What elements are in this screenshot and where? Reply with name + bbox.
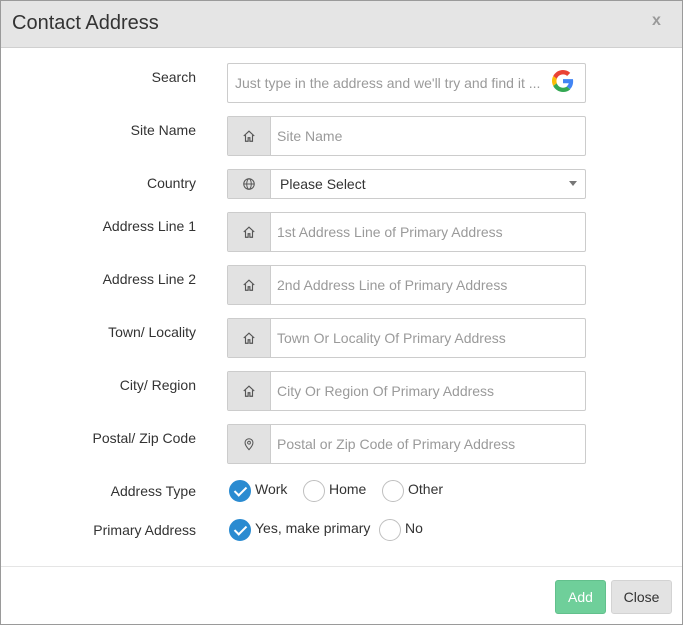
country-label: Country xyxy=(146,175,196,191)
postal-label: Postal/ Zip Code xyxy=(92,430,197,446)
address-line-1-field[interactable] xyxy=(227,212,586,252)
city-label: City/ Region xyxy=(119,377,196,393)
address-line-1-label: Address Line 1 xyxy=(102,218,196,234)
radio-unchecked-icon xyxy=(303,480,325,502)
google-icon xyxy=(552,70,574,92)
radio-unchecked-icon xyxy=(382,480,404,502)
radio-checked-icon xyxy=(229,519,251,541)
address-line-2-input[interactable] xyxy=(277,266,577,304)
town-field[interactable] xyxy=(227,318,586,358)
home-icon xyxy=(243,279,255,291)
address-type-other-label: Other xyxy=(408,481,444,497)
close-button[interactable]: Close xyxy=(611,580,672,614)
city-input[interactable] xyxy=(277,372,577,410)
home-icon xyxy=(243,332,255,344)
address-line-1-input[interactable] xyxy=(277,213,577,251)
country-addon xyxy=(228,170,271,198)
radio-unchecked-icon xyxy=(379,519,401,541)
town-label: Town/ Locality xyxy=(108,324,196,340)
search-label: Search xyxy=(151,69,196,85)
home-icon xyxy=(243,130,255,142)
site-name-label: Site Name xyxy=(130,122,196,138)
address-line-2-addon xyxy=(228,266,271,304)
postal-field[interactable] xyxy=(227,424,586,464)
primary-yes-label: Yes, make primary xyxy=(255,520,371,536)
close-icon[interactable]: x xyxy=(652,12,661,30)
address-line-2-label: Address Line 2 xyxy=(102,271,196,287)
radio-checked-icon xyxy=(229,480,251,502)
address-type-label: Address Type xyxy=(110,483,196,499)
address-line-2-field[interactable] xyxy=(227,265,586,305)
home-icon xyxy=(243,385,255,397)
country-select-value: Please Select xyxy=(280,176,366,192)
postal-addon xyxy=(228,425,271,463)
add-button[interactable]: Add xyxy=(555,580,606,614)
primary-address-label: Primary Address xyxy=(93,522,196,538)
city-field[interactable] xyxy=(227,371,586,411)
town-input[interactable] xyxy=(277,319,577,357)
footer-divider xyxy=(1,566,682,567)
modal-title: Contact Address xyxy=(12,12,159,34)
postal-input[interactable] xyxy=(277,425,577,463)
town-addon xyxy=(228,319,271,357)
search-input[interactable] xyxy=(235,64,547,102)
search-field[interactable] xyxy=(227,63,586,103)
address-line-1-addon xyxy=(228,213,271,251)
modal-header: Contact Address x xyxy=(1,1,682,48)
primary-no-label: No xyxy=(405,520,423,536)
globe-icon xyxy=(243,178,255,190)
country-select[interactable]: Please Select xyxy=(227,169,586,199)
contact-address-modal: Contact Address x Search Site Name Count… xyxy=(0,0,683,625)
site-name-input[interactable] xyxy=(277,117,577,155)
site-name-addon xyxy=(228,117,271,155)
map-pin-icon xyxy=(244,438,254,451)
address-type-work-label: Work xyxy=(255,481,288,497)
city-addon xyxy=(228,372,271,410)
chevron-down-icon xyxy=(569,181,577,186)
home-icon xyxy=(243,226,255,238)
site-name-field[interactable] xyxy=(227,116,586,156)
address-type-home-label: Home xyxy=(329,481,367,497)
